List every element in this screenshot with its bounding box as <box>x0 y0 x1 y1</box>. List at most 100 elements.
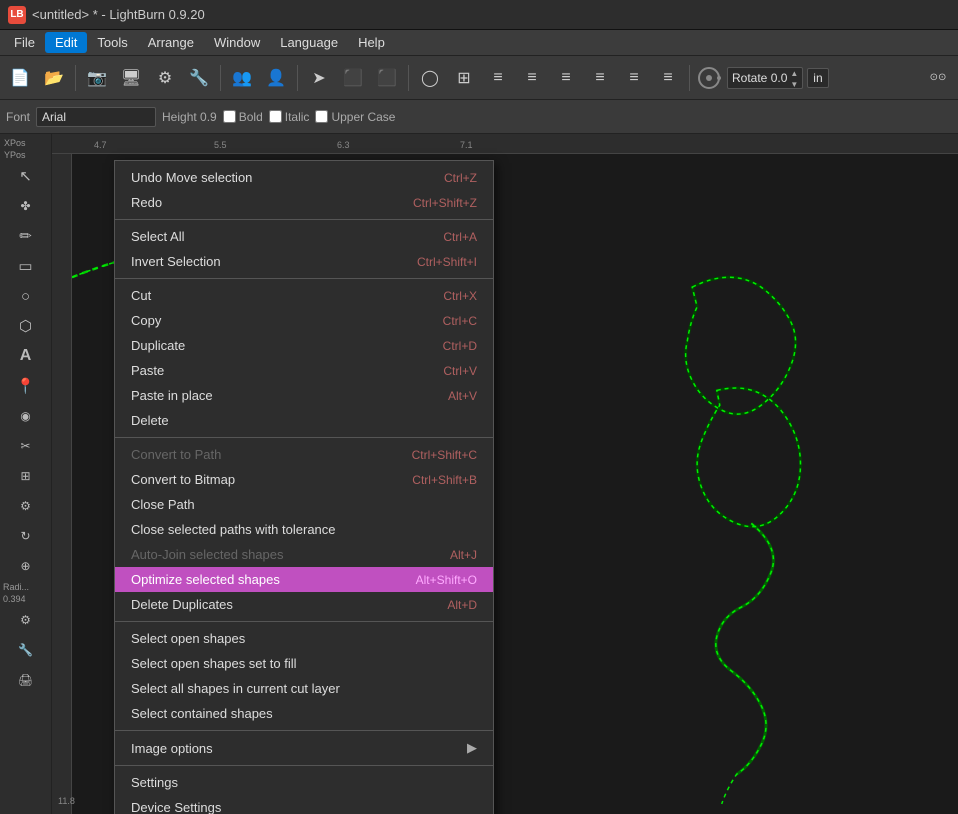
menu-convert-bitmap[interactable]: Convert to Bitmap Ctrl+Shift+B <box>115 467 493 492</box>
circle-icon[interactable]: ◯ <box>414 62 446 94</box>
menu-close-path[interactable]: Close Path <box>115 492 493 517</box>
zoom-tool[interactable]: ⊕ <box>4 552 48 580</box>
menu-optimize-shortcut: Alt+Shift+O <box>416 573 477 587</box>
menu-duplicate[interactable]: Duplicate Ctrl+D <box>115 333 493 358</box>
tools-icon[interactable]: 🔧 <box>183 62 215 94</box>
new-button[interactable]: 📄 <box>4 62 36 94</box>
uppercase-label: Upper Case <box>331 110 395 124</box>
align6-icon[interactable]: ≡ <box>652 62 684 94</box>
menu-redo[interactable]: Redo Ctrl+Shift+Z <box>115 190 493 215</box>
align5-icon[interactable]: ≡ <box>618 62 650 94</box>
canvas-area[interactable]: 4.7 5.5 6.3 7.1 11.8 <box>52 134 958 814</box>
menu-window[interactable]: Window <box>204 32 270 53</box>
font-input[interactable] <box>36 107 156 127</box>
toolbar-extra-1[interactable]: ⊙⊙ <box>922 62 954 94</box>
arrow-icon[interactable]: ➤ <box>303 62 335 94</box>
menu-undo-shortcut: Ctrl+Z <box>444 171 477 185</box>
menu-help[interactable]: Help <box>348 32 395 53</box>
unit-selector[interactable]: in <box>807 68 828 88</box>
cut-tool[interactable]: ✂ <box>4 432 48 460</box>
select-tool[interactable]: ↖ <box>4 162 48 190</box>
camera-icon[interactable]: 📷 <box>81 62 113 94</box>
menu-delete-duplicates[interactable]: Delete Duplicates Alt+D <box>115 592 493 617</box>
radius-label: Radi... <box>0 582 51 592</box>
menu-undo[interactable]: Undo Move selection Ctrl+Z <box>115 165 493 190</box>
rect-tool[interactable]: ▭ <box>4 252 48 280</box>
menu-select-cut-layer[interactable]: Select all shapes in current cut layer <box>115 676 493 701</box>
menu-delete[interactable]: Delete <box>115 408 493 433</box>
menu-paste[interactable]: Paste Ctrl+V <box>115 358 493 383</box>
tool-wrench[interactable]: 🔧 <box>4 636 48 664</box>
rotate-spinners[interactable]: ▲ ▼ <box>790 68 798 88</box>
menu-convert-path: Convert to Path Ctrl+Shift+C <box>115 442 493 467</box>
mirror-v-icon[interactable]: ⬛ <box>371 62 403 94</box>
menu-select-all[interactable]: Select All Ctrl+A <box>115 224 493 249</box>
menu-paste-in-place[interactable]: Paste in place Alt+V <box>115 383 493 408</box>
tool-machine[interactable]: 🖨 <box>4 666 48 694</box>
node-tool[interactable]: ✤ <box>4 192 48 220</box>
gear-icon[interactable]: ⚙ <box>149 62 181 94</box>
italic-check[interactable]: Italic <box>269 110 310 124</box>
menu-undo-label: Undo Move selection <box>131 170 252 185</box>
menu-close-selected-paths[interactable]: Close selected paths with tolerance <box>115 517 493 542</box>
menu-optimize[interactable]: Optimize selected shapes Alt+Shift+O <box>115 567 493 592</box>
menu-settings[interactable]: Settings <box>115 770 493 795</box>
settings-tool[interactable]: ⚙ <box>4 492 48 520</box>
bold-check[interactable]: Bold <box>223 110 263 124</box>
radius-value: 0.394 <box>0 594 51 604</box>
menu-select-contained[interactable]: Select contained shapes <box>115 701 493 726</box>
spin-down[interactable]: ▼ <box>790 79 798 90</box>
align4-icon[interactable]: ≡ <box>584 62 616 94</box>
menu-copy-shortcut: Ctrl+C <box>443 314 477 328</box>
uppercase-checkbox[interactable] <box>315 110 328 123</box>
menu-select-open-shapes[interactable]: Select open shapes <box>115 626 493 651</box>
menu-device-settings[interactable]: Device Settings <box>115 795 493 814</box>
menu-edit[interactable]: Edit <box>45 32 87 53</box>
grid-icon[interactable]: ⊞ <box>448 62 480 94</box>
rotate-input[interactable]: Rotate 0.0 ▲ ▼ <box>727 67 803 89</box>
user-icon[interactable]: 👤 <box>260 62 292 94</box>
menu-file[interactable]: File <box>4 32 45 53</box>
tool-gear[interactable]: ⚙ <box>4 606 48 634</box>
menu-image-options[interactable]: Image options ▶ <box>115 735 493 761</box>
menu-image-options-label: Image options <box>131 741 213 756</box>
menu-convert-bitmap-label: Convert to Bitmap <box>131 472 235 487</box>
mirror-h-icon[interactable]: ⬛ <box>337 62 369 94</box>
text-tool[interactable]: A <box>4 342 48 370</box>
main-toolbar: 📄 📂 📷 🖥 ⚙ 🔧 👥 👤 ➤ ⬛ ⬛ ◯ ⊞ ≡ ≡ ≡ ≡ ≡ ≡ Ro… <box>0 56 958 100</box>
menu-select-cut-layer-label: Select all shapes in current cut layer <box>131 681 340 696</box>
circle-tool[interactable]: ○ <box>4 282 48 310</box>
menu-convert-bitmap-shortcut: Ctrl+Shift+B <box>412 473 477 487</box>
dd-sep-2 <box>115 278 493 279</box>
ellipse-tool[interactable]: ◉ <box>4 402 48 430</box>
ypos-label: YPos <box>0 150 51 160</box>
menu-language[interactable]: Language <box>270 32 348 53</box>
menu-tools[interactable]: Tools <box>87 32 137 53</box>
left-sidebar: XPos YPos ↖ ✤ ✏ ▭ ○ ⬡ A 📍 ◉ ✂ ⊞ ⚙ ↻ ⊕ Ra… <box>0 134 52 814</box>
italic-checkbox[interactable] <box>269 110 282 123</box>
align2-icon[interactable]: ≡ <box>516 62 548 94</box>
users-icon[interactable]: 👥 <box>226 62 258 94</box>
pin-tool[interactable]: 📍 <box>4 372 48 400</box>
open-button[interactable]: 📂 <box>38 62 70 94</box>
menu-invert-label: Invert Selection <box>131 254 221 269</box>
spin-up[interactable]: ▲ <box>790 68 798 79</box>
polygon-tool[interactable]: ⬡ <box>4 312 48 340</box>
draw-tool[interactable]: ✏ <box>4 222 48 250</box>
menu-invert-selection[interactable]: Invert Selection Ctrl+Shift+I <box>115 249 493 274</box>
menu-select-open-fill[interactable]: Select open shapes set to fill <box>115 651 493 676</box>
menu-arrange[interactable]: Arrange <box>138 32 204 53</box>
submenu-arrow: ▶ <box>467 740 477 756</box>
italic-label: Italic <box>285 110 310 124</box>
align1-icon[interactable]: ≡ <box>482 62 514 94</box>
menu-cut[interactable]: Cut Ctrl+X <box>115 283 493 308</box>
menu-auto-join-label: Auto-Join selected shapes <box>131 547 283 562</box>
monitor-icon[interactable]: 🖥 <box>115 62 147 94</box>
rotate-tool[interactable]: ↻ <box>4 522 48 550</box>
menu-copy[interactable]: Copy Ctrl+C <box>115 308 493 333</box>
bold-checkbox[interactable] <box>223 110 236 123</box>
grid-tool[interactable]: ⊞ <box>4 462 48 490</box>
uppercase-check[interactable]: Upper Case <box>315 110 395 124</box>
align3-icon[interactable]: ≡ <box>550 62 582 94</box>
menu-delete-label: Delete <box>131 413 169 428</box>
